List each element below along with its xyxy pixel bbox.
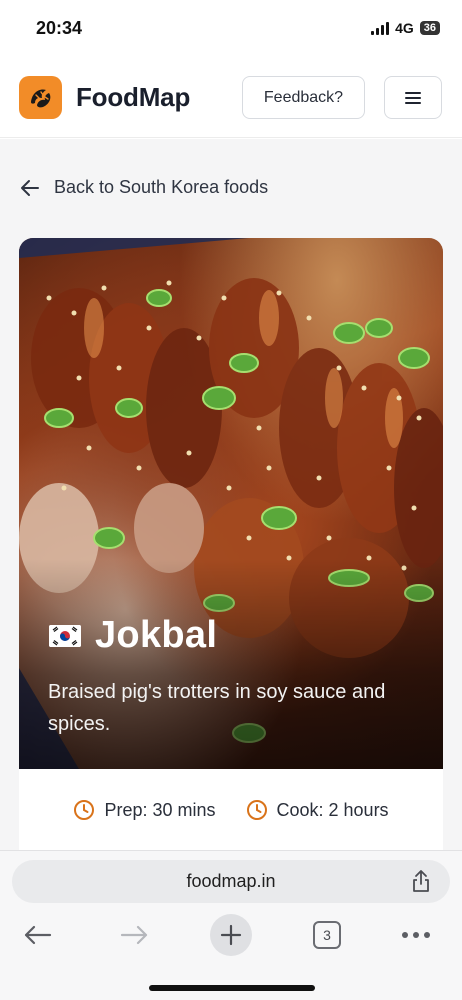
food-name: Jokbal <box>95 614 218 656</box>
status-time: 20:34 <box>36 18 83 38</box>
clock-icon <box>246 800 267 820</box>
battery-icon: 36 <box>419 21 440 35</box>
cooking-times: Prep: 30 mins Cook: 2 hours <box>19 769 443 850</box>
cook-time-label: Cook: 2 hours <box>276 799 389 820</box>
home-indicator[interactable] <box>149 985 315 991</box>
prep-time: Prep: 30 mins <box>73 799 216 821</box>
signal-icon <box>371 21 390 35</box>
address-bar[interactable]: foodmap.in <box>12 860 450 903</box>
url-text[interactable]: foodmap.in <box>12 860 450 903</box>
browser-forward-icon[interactable] <box>114 913 154 957</box>
cook-time: Cook: 2 hours <box>246 799 389 821</box>
hamburger-menu-icon[interactable] <box>384 76 442 119</box>
back-link[interactable]: Back to South Korea foods <box>20 177 268 198</box>
tab-count[interactable]: 3 <box>313 921 341 949</box>
prep-time-label: Prep: 30 mins <box>104 799 216 820</box>
share-icon[interactable] <box>410 869 432 898</box>
brand-name[interactable]: FoodMap <box>76 82 190 113</box>
status-indicators: 4G 36 <box>371 20 440 36</box>
main-content: Back to South Korea foods Jokbal Braised… <box>0 139 462 850</box>
browser-back-icon[interactable] <box>18 913 58 957</box>
network-type: 4G <box>395 20 414 36</box>
south-korea-flag-icon <box>49 624 81 647</box>
clock-icon <box>74 800 95 820</box>
tabs-button[interactable]: 3 <box>312 913 342 957</box>
plus-icon[interactable] <box>210 914 252 956</box>
browser-nav-row: 3 <box>0 913 462 957</box>
back-link-label: Back to South Korea foods <box>54 177 269 197</box>
food-description: Braised pig's trotters in soy sauce and … <box>48 681 386 735</box>
food-hero-image: Jokbal Braised pig's trotters in soy sau… <box>19 238 443 769</box>
status-bar: 20:34 4G 36 <box>0 0 462 56</box>
food-title: Jokbal <box>49 614 217 657</box>
more-dots-icon[interactable] <box>398 913 434 957</box>
croissant-icon[interactable] <box>19 76 62 119</box>
arrow-left-icon <box>21 179 39 196</box>
food-card: Jokbal Braised pig's trotters in soy sau… <box>19 238 443 850</box>
feedback-button[interactable]: Feedback? <box>242 76 365 119</box>
browser-toolbar: foodmap.in 3 <box>0 850 462 1000</box>
site-header: FoodMap Feedback? <box>0 56 462 138</box>
